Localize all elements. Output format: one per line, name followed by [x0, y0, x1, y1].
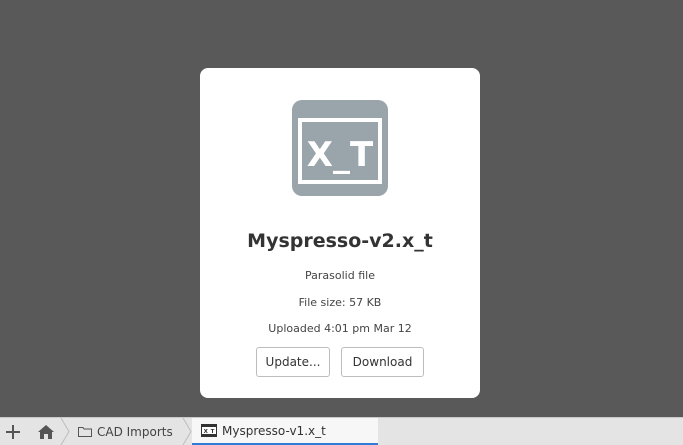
folder-icon — [78, 427, 92, 437]
xt-icon-label: X_T — [307, 135, 374, 175]
file-type: Parasolid file — [305, 269, 375, 282]
home-button[interactable] — [28, 418, 64, 445]
home-icon — [38, 424, 54, 439]
update-button[interactable]: Update... — [256, 347, 330, 377]
breadcrumb-cad-imports[interactable]: CAD Imports — [66, 418, 173, 445]
plus-icon — [6, 424, 20, 439]
file-name: Myspresso-v2.x_t — [247, 230, 433, 252]
tab-active-document[interactable]: X_T Myspresso-v1.x_t — [192, 418, 378, 445]
add-tab-button[interactable] — [0, 418, 26, 445]
download-button[interactable]: Download — [341, 347, 424, 377]
file-size: File size: 57 KB — [298, 296, 382, 309]
bottom-tab-bar: CAD Imports X_T Myspresso-v1.x_t — [0, 417, 683, 445]
xt-file-icon: X_T — [201, 424, 217, 437]
breadcrumb-separator-icon — [182, 418, 192, 445]
xt-file-icon: X_T — [292, 100, 388, 196]
tab-label: Myspresso-v1.x_t — [222, 423, 326, 438]
breadcrumb-folder-label: CAD Imports — [97, 424, 173, 439]
file-info-card: X_T Myspresso-v2.x_t Parasolid file File… — [200, 68, 480, 398]
upload-time: Uploaded 4:01 pm Mar 12 — [268, 322, 412, 335]
xt-tab-icon-label: X_T — [204, 429, 215, 435]
